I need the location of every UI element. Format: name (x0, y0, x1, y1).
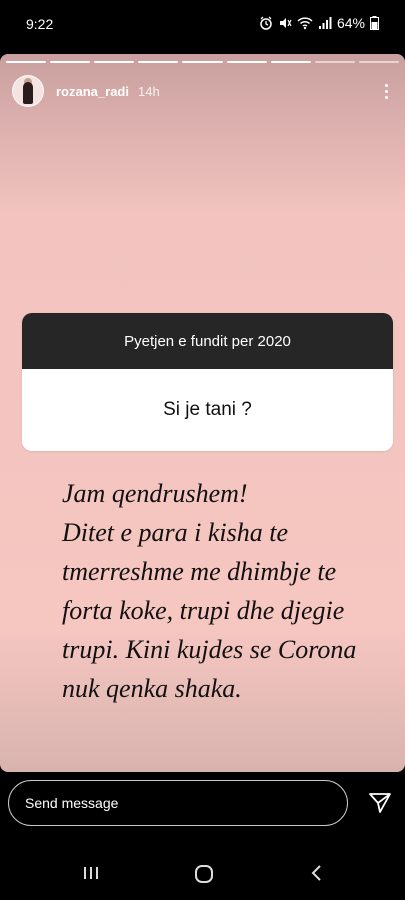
signal-icon (318, 17, 332, 29)
avatar[interactable] (12, 75, 44, 107)
progress-segment (314, 61, 355, 63)
status-icons: 64% (259, 15, 379, 31)
send-message-input[interactable]: Send message (8, 780, 348, 826)
answer-line: forta koke, trupi dhe djegie (62, 596, 345, 625)
username[interactable]: rozana_radi (56, 84, 129, 99)
battery-icon (370, 16, 379, 30)
progress-segment (226, 61, 267, 63)
answer-line: nuk qenka shaka. (62, 674, 242, 703)
story-time-ago: 14h (137, 83, 160, 99)
status-time: 9:22 (26, 16, 54, 32)
progress-segment (138, 61, 179, 63)
alarm-icon (260, 16, 272, 30)
story-header: rozana_radi 14h (12, 74, 393, 108)
recent-apps-icon[interactable] (82, 864, 100, 882)
reply-bar: Send message (0, 780, 405, 828)
answer-line: tmerreshme me dhimbje te (62, 557, 337, 586)
progress-segment (94, 61, 135, 63)
mute-icon (279, 18, 292, 28)
send-message-placeholder: Send message (25, 795, 119, 811)
story-view[interactable]: rozana_radi 14h Pyetjen e fundit per 202… (0, 54, 405, 772)
answer-line: Ditet e para i kisha te (62, 518, 289, 547)
answer-line: Jam qendrushem! (62, 479, 248, 508)
status-bar: 9:22 64% (0, 0, 405, 48)
progress-segment (50, 61, 91, 63)
battery-percent: 64% (336, 15, 365, 31)
progress-segment (358, 61, 399, 63)
send-icon[interactable] (368, 792, 392, 814)
question-sticker: Pyetjen e fundit per 2020 Si je tani ? (22, 313, 393, 451)
home-icon[interactable] (194, 864, 214, 884)
question-text: Si je tani ? (22, 369, 393, 451)
system-nav-bar (0, 852, 405, 900)
answer-text: Jam qendrushem! Ditet e para i kisha te … (62, 474, 402, 708)
wifi-icon (297, 17, 313, 30)
question-prompt: Pyetjen e fundit per 2020 (22, 313, 393, 369)
progress-segment (6, 61, 47, 63)
answer-line: trupi. Kini kujdes se Corona (62, 635, 357, 664)
progress-segment (182, 61, 223, 63)
story-progress (6, 61, 399, 63)
progress-segment (270, 61, 311, 63)
back-icon[interactable] (308, 864, 326, 882)
more-options-icon[interactable] (385, 83, 389, 99)
